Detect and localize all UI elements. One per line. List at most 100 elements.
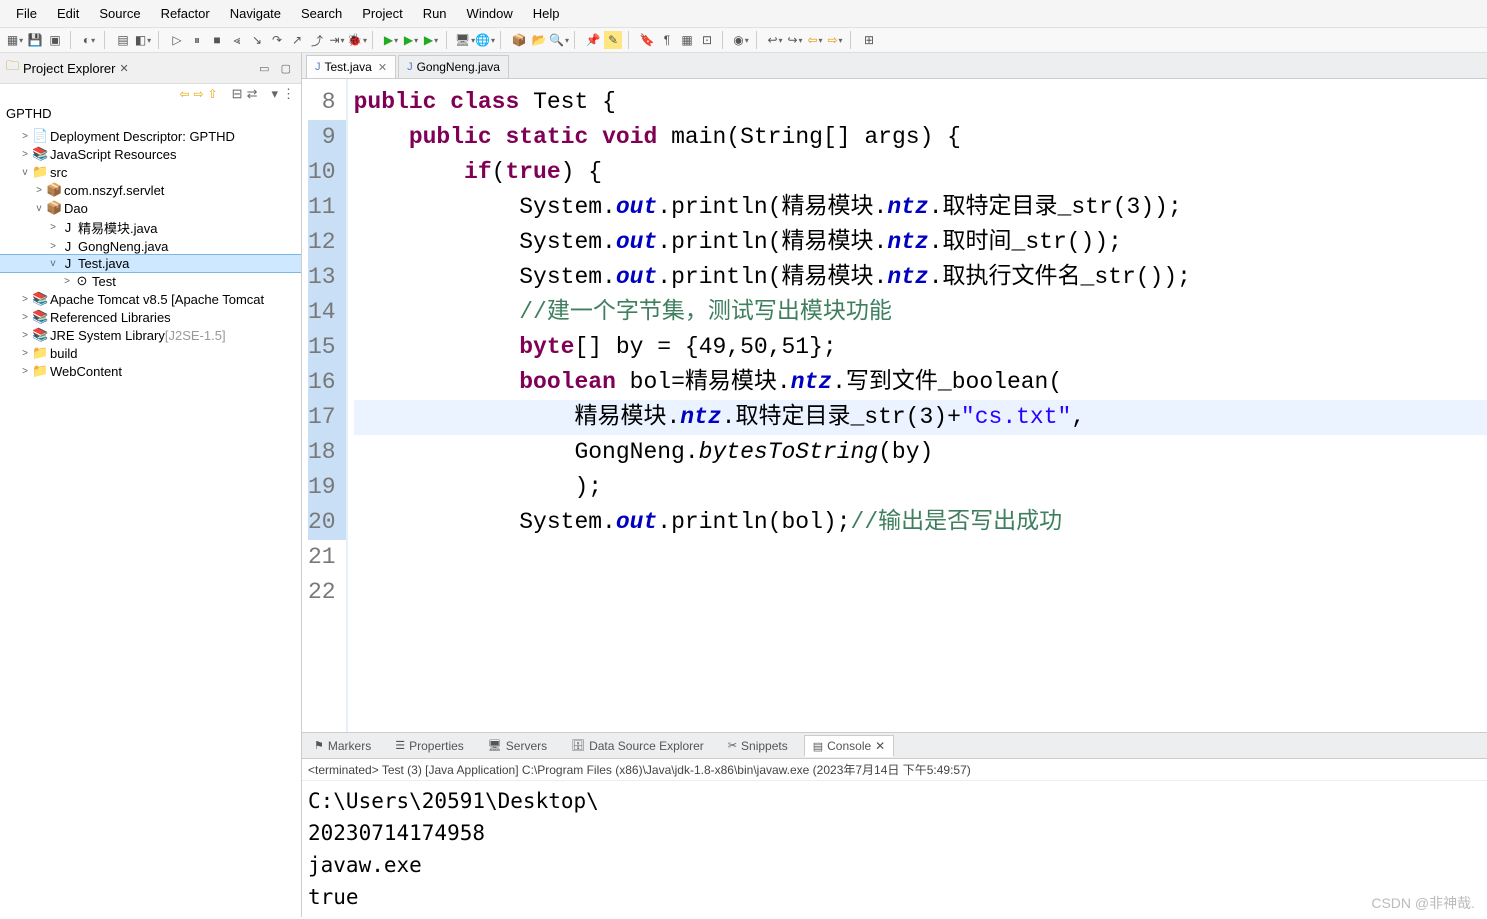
new-web-button[interactable]: 🌐 (476, 31, 494, 49)
switch-button[interactable]: ◐ (80, 31, 98, 49)
menu-run[interactable]: Run (413, 2, 457, 25)
line-gutter: 8910111213141516171819202122 (302, 79, 348, 732)
search-button[interactable]: 🔍 (550, 31, 568, 49)
back-button[interactable]: ⇦ (806, 31, 824, 49)
tab-snippets[interactable]: ✂Snippets (720, 735, 796, 756)
create-dyn-button[interactable]: 📦 (510, 31, 528, 49)
close-icon[interactable]: ✕ (875, 739, 885, 753)
disconnect-button[interactable]: ⪡ (228, 31, 246, 49)
open-type-button[interactable]: 📂 (530, 31, 548, 49)
tab-console[interactable]: ▤Console ✕ (804, 735, 895, 757)
close-view-icon[interactable]: ✕ (120, 62, 129, 75)
menu-help[interactable]: Help (523, 2, 570, 25)
tree-node[interactable]: vJTest.java (0, 255, 301, 272)
markers-icon: ⚑ (314, 739, 324, 752)
tab-servers[interactable]: 🖥Servers (480, 735, 555, 756)
perspective-button[interactable]: ⊞ (860, 31, 878, 49)
code-editor[interactable]: 8910111213141516171819202122 public clas… (302, 79, 1487, 732)
java-file-icon: J (407, 61, 413, 73)
toggle-breadcrumb-button[interactable]: ▤ (114, 31, 132, 49)
servers-icon: 🖥 (488, 739, 502, 752)
run-last-button[interactable]: ▶ (402, 31, 420, 49)
toggle-mark-button[interactable]: ◧ (134, 31, 152, 49)
tree-node[interactable]: >⊙Test (0, 272, 301, 290)
stop-button[interactable]: ■ (208, 31, 226, 49)
save-button[interactable]: 💾 (26, 31, 44, 49)
menu-edit[interactable]: Edit (47, 2, 89, 25)
menu-window[interactable]: Window (457, 2, 523, 25)
step-over-button[interactable]: ↷ (268, 31, 286, 49)
tab-test-java[interactable]: J Test.java ✕ (306, 55, 396, 78)
forward-button[interactable]: ⇨ (826, 31, 844, 49)
watermark: CSDN @非神哉. (1371, 893, 1475, 913)
tree-node[interactable]: v📦Dao (0, 199, 301, 217)
tab-data-source[interactable]: 🗄Data Source Explorer (563, 735, 712, 756)
tree-node[interactable]: >📚Apache Tomcat v8.5 [Apache Tomcat (0, 290, 301, 308)
tree-node[interactable]: >📄Deployment Descriptor: GPTHD (0, 127, 301, 145)
next-edit-button[interactable]: ↪ (786, 31, 804, 49)
minimize-icon[interactable]: ▭ ▢ (259, 62, 295, 75)
menu-navigate[interactable]: Navigate (220, 2, 291, 25)
folder-icon: 🗀 (6, 57, 19, 79)
menu-source[interactable]: Source (89, 2, 150, 25)
debug-last-button[interactable]: 🐞 (348, 31, 366, 49)
menu-file[interactable]: File (6, 2, 47, 25)
console-output[interactable]: C:\Users\20591\Desktop\20230714174958jav… (302, 781, 1487, 917)
explorer-toolbar: ⇦ ⇨ ⇧ ⊟ ⇄ ▾ ⋮ (0, 84, 301, 104)
project-explorer-view: 🗀 Project Explorer ✕ ▭ ▢ ⇦ ⇨ ⇧ ⊟ ⇄ ▾ ⋮ G… (0, 53, 302, 917)
fwd-nav-icon[interactable]: ⇨ (194, 87, 204, 101)
show-ws-button[interactable]: ⊡ (698, 31, 716, 49)
add-bookmark-button[interactable]: 🔖 (638, 31, 656, 49)
project-explorer-tab[interactable]: 🗀 Project Explorer ✕ ▭ ▢ (0, 53, 301, 84)
drop-frame-button[interactable]: ⤴ (308, 31, 326, 49)
close-tab-icon[interactable]: ✕ (378, 61, 387, 74)
back-nav-icon[interactable]: ⇦ (179, 87, 189, 101)
project-tree[interactable]: >📄Deployment Descriptor: GPTHD>📚JavaScri… (0, 123, 301, 917)
show-whitespace-button[interactable]: ¶ (658, 31, 676, 49)
collapse-all-icon[interactable]: ⊟ (232, 86, 243, 102)
open-task-button[interactable]: ◉ (732, 31, 750, 49)
tree-node[interactable]: >📦com.nszyf.servlet (0, 181, 301, 199)
use-step-button[interactable]: ⇥ (328, 31, 346, 49)
console-status: <terminated> Test (3) [Java Application]… (302, 759, 1487, 781)
tab-gongneng-java[interactable]: J GongNeng.java (398, 55, 509, 78)
pin-button[interactable]: 📌 (584, 31, 602, 49)
menu-project[interactable]: Project (352, 2, 412, 25)
step-return-button[interactable]: ↗ (288, 31, 306, 49)
skip-button[interactable]: ▷ (168, 31, 186, 49)
up-nav-icon[interactable]: ⇧ (208, 87, 218, 101)
new-button[interactable]: ▦ (6, 31, 24, 49)
mark-button[interactable]: ✎ (604, 31, 622, 49)
view-menu-icon[interactable]: ⋮ (282, 86, 295, 102)
save-all-button[interactable]: ▣ (46, 31, 64, 49)
menu-bar: File Edit Source Refactor Navigate Searc… (0, 0, 1487, 28)
main-toolbar: ▦ 💾 ▣ ◐ ▤ ◧ ▷ ⏸ ■ ⪡ ↘ ↷ ↗ ⤴ ⇥ 🐞 ▶ ▶ ▶ 🖥 … (0, 28, 1487, 53)
tree-node[interactable]: >📚JavaScript Resources (0, 145, 301, 163)
tree-node[interactable]: >📚Referenced Libraries (0, 308, 301, 326)
menu-refactor[interactable]: Refactor (151, 2, 220, 25)
tree-node[interactable]: >📚JRE System Library [J2SE-1.5] (0, 326, 301, 344)
tab-properties[interactable]: ☰Properties (387, 735, 472, 756)
pause-button[interactable]: ⏸ (188, 31, 206, 49)
tree-node[interactable]: v📁src (0, 163, 301, 181)
coverage-button[interactable]: ▶ (422, 31, 440, 49)
tree-node[interactable]: >JGongNeng.java (0, 238, 301, 255)
new-server-button[interactable]: 🖥 (456, 31, 474, 49)
code-area[interactable]: public class Test { public static void m… (348, 79, 1487, 732)
console-icon: ▤ (813, 740, 823, 753)
block-select-button[interactable]: ▦ (678, 31, 696, 49)
tree-node[interactable]: >📁build (0, 344, 301, 362)
tab-markers[interactable]: ⚑Markers (306, 735, 379, 756)
prev-edit-button[interactable]: ↩ (766, 31, 784, 49)
properties-icon: ☰ (395, 739, 405, 752)
tree-node[interactable]: >📁WebContent (0, 362, 301, 380)
step-into-button[interactable]: ↘ (248, 31, 266, 49)
menu-search[interactable]: Search (291, 2, 352, 25)
snippets-icon: ✂ (728, 739, 737, 752)
run-button[interactable]: ▶ (382, 31, 400, 49)
tree-node[interactable]: >J精易模块.java (0, 217, 301, 238)
link-editor-icon[interactable]: ⇄ (247, 86, 258, 102)
filter-icon[interactable]: ▾ (271, 86, 278, 102)
project-root[interactable]: GPTHD (0, 104, 301, 123)
bottom-tabs: ⚑Markers ☰Properties 🖥Servers 🗄Data Sour… (302, 733, 1487, 759)
